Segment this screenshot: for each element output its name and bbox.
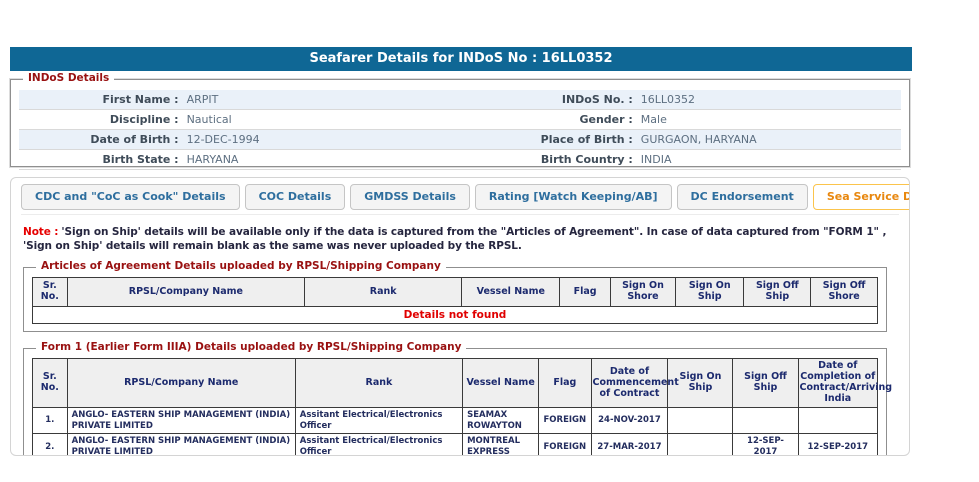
cell-rank: Assitant Electrical/Electronics Officer — [295, 408, 462, 434]
articles-legend: Articles of Agreement Details uploaded b… — [36, 260, 446, 272]
indos-row: Birth State :HARYANABirth Country :INDIA — [19, 150, 901, 170]
form1-table-body: 1.ANGLO- EASTERN SHIP MANAGEMENT (INDIA)… — [33, 408, 878, 456]
indos-details-section: INDoS Details First Name :ARPITINDoS No.… — [10, 79, 910, 167]
indos-row: Discipline :NauticalGender :Male — [19, 110, 901, 130]
sea-service-tab-panel: CDC and "CoC as Cook" DetailsCOC Details… — [10, 177, 910, 456]
cell-flag: FOREIGN — [539, 434, 591, 456]
indos-details-rows: First Name :ARPITINDoS No. :16LL0352Disc… — [19, 90, 901, 170]
field-label: INDoS No. : — [539, 90, 640, 109]
tab-gmdss-details[interactable]: GMDSS Details — [350, 184, 470, 210]
column-header-vessel-name: Vessel Name — [463, 359, 539, 408]
page-title: Seafarer Details for INDoS No : 16LL0352 — [309, 51, 612, 66]
field-value: Male — [641, 110, 901, 129]
cell-completion: 12-SEP-2017 — [798, 434, 877, 456]
form1-section: Form 1 (Earlier Form IIIA) Details uploa… — [23, 348, 887, 456]
column-header-sr-no: Sr. No. — [33, 278, 68, 307]
column-header-rpsl-company-name: RPSL/Company Name — [67, 359, 295, 408]
articles-table-header-row: Sr. No.RPSL/Company NameRankVessel NameF… — [33, 278, 878, 307]
note-body: 'Sign on Ship' details will be available… — [23, 226, 886, 252]
note-text: Note :'Sign on Ship' details will be ava… — [23, 225, 891, 253]
cell-sr: 2. — [33, 434, 68, 456]
column-header-sign-off-ship: Sign Off Ship — [733, 359, 798, 408]
tab-coc-details[interactable]: COC Details — [245, 184, 346, 210]
field-value: GURGAON, HARYANA — [641, 130, 901, 149]
cell-flag: FOREIGN — [539, 408, 591, 434]
indos-details-legend: INDoS Details — [23, 72, 114, 84]
cell-sign_on_ship — [668, 408, 733, 434]
cell-sign_off_ship: 12-SEP-2017 — [733, 434, 798, 456]
column-header-sign-on-shore: Sign On Shore — [610, 278, 675, 307]
column-header-sign-on-ship: Sign On Ship — [676, 278, 744, 307]
column-header-flag: Flag — [539, 359, 591, 408]
field-value: HARYANA — [187, 150, 540, 169]
cell-sr: 1. — [33, 408, 68, 434]
table-row: 1.ANGLO- EASTERN SHIP MANAGEMENT (INDIA)… — [33, 408, 878, 434]
cell-commencement: 27-MAR-2017 — [591, 434, 668, 456]
articles-table: Sr. No.RPSL/Company NameRankVessel NameF… — [32, 277, 878, 324]
tab-dc-endorsement[interactable]: DC Endorsement — [677, 184, 808, 210]
cell-company: ANGLO- EASTERN SHIP MANAGEMENT (INDIA) P… — [67, 408, 295, 434]
tab-rating-watch-keeping-ab[interactable]: Rating [Watch Keeping/AB] — [475, 184, 672, 210]
field-label: Birth State : — [19, 150, 187, 169]
column-header-date-of-commencement-of-contract: Date of Commencement of Contract — [591, 359, 668, 408]
column-header-flag: Flag — [560, 278, 611, 307]
articles-of-agreement-section: Articles of Agreement Details uploaded b… — [23, 267, 887, 332]
form1-table-header-row: Sr. No.RPSL/Company NameRankVessel NameF… — [33, 359, 878, 408]
tab-bar: CDC and "CoC as Cook" DetailsCOC Details… — [21, 184, 899, 215]
field-label: Date of Birth : — [19, 130, 187, 149]
column-header-rpsl-company-name: RPSL/Company Name — [67, 278, 304, 307]
column-header-date-of-completion-of-contract-arriving-india: Date of Completion of Contract/Arriving … — [798, 359, 877, 408]
field-value: ARPIT — [187, 90, 540, 109]
field-value: 16LL0352 — [641, 90, 901, 109]
cell-vessel: SEAMAX ROWAYTON — [463, 408, 539, 434]
field-label: Birth Country : — [539, 150, 640, 169]
field-label: Gender : — [539, 110, 640, 129]
tab-sea-service-details[interactable]: Sea Service Details — [813, 184, 910, 210]
column-header-rank: Rank — [295, 359, 462, 408]
cell-commencement: 24-NOV-2017 — [591, 408, 668, 434]
tab-cdc-and-coc-as-cook-details[interactable]: CDC and "CoC as Cook" Details — [21, 184, 240, 210]
field-value: INDIA — [641, 150, 901, 169]
table-row: 2.ANGLO- EASTERN SHIP MANAGEMENT (INDIA)… — [33, 434, 878, 456]
form1-legend: Form 1 (Earlier Form IIIA) Details uploa… — [36, 341, 466, 353]
field-label: First Name : — [19, 90, 187, 109]
column-header-sr-no: Sr. No. — [33, 359, 68, 408]
indos-row: Date of Birth :12-DEC-1994Place of Birth… — [19, 130, 901, 150]
note-prefix: Note : — [23, 226, 58, 238]
cell-sign_off_ship — [733, 408, 798, 434]
cell-rank: Assitant Electrical/Electronics Officer — [295, 434, 462, 456]
cell-sign_on_ship — [668, 434, 733, 456]
column-header-rank: Rank — [305, 278, 462, 307]
field-label: Place of Birth : — [539, 130, 640, 149]
field-value: 12-DEC-1994 — [187, 130, 540, 149]
cell-company: ANGLO- EASTERN SHIP MANAGEMENT (INDIA) P… — [67, 434, 295, 456]
indos-row: First Name :ARPITINDoS No. :16LL0352 — [19, 90, 901, 110]
cell-vessel: MONTREAL EXPRESS — [463, 434, 539, 456]
column-header-sign-off-ship: Sign Off Ship — [744, 278, 811, 307]
column-header-sign-off-shore: Sign Off Shore — [811, 278, 878, 307]
cell-completion — [798, 408, 877, 434]
articles-empty-row: Details not found — [33, 307, 878, 324]
articles-empty-message: Details not found — [33, 307, 878, 324]
field-label: Discipline : — [19, 110, 187, 129]
field-value: Nautical — [187, 110, 540, 129]
column-header-vessel-name: Vessel Name — [462, 278, 560, 307]
form1-table: Sr. No.RPSL/Company NameRankVessel NameF… — [32, 358, 878, 456]
page-title-banner: Seafarer Details for INDoS No : 16LL0352 — [10, 47, 912, 71]
page: Seafarer Details for INDoS No : 16LL0352… — [0, 0, 979, 482]
